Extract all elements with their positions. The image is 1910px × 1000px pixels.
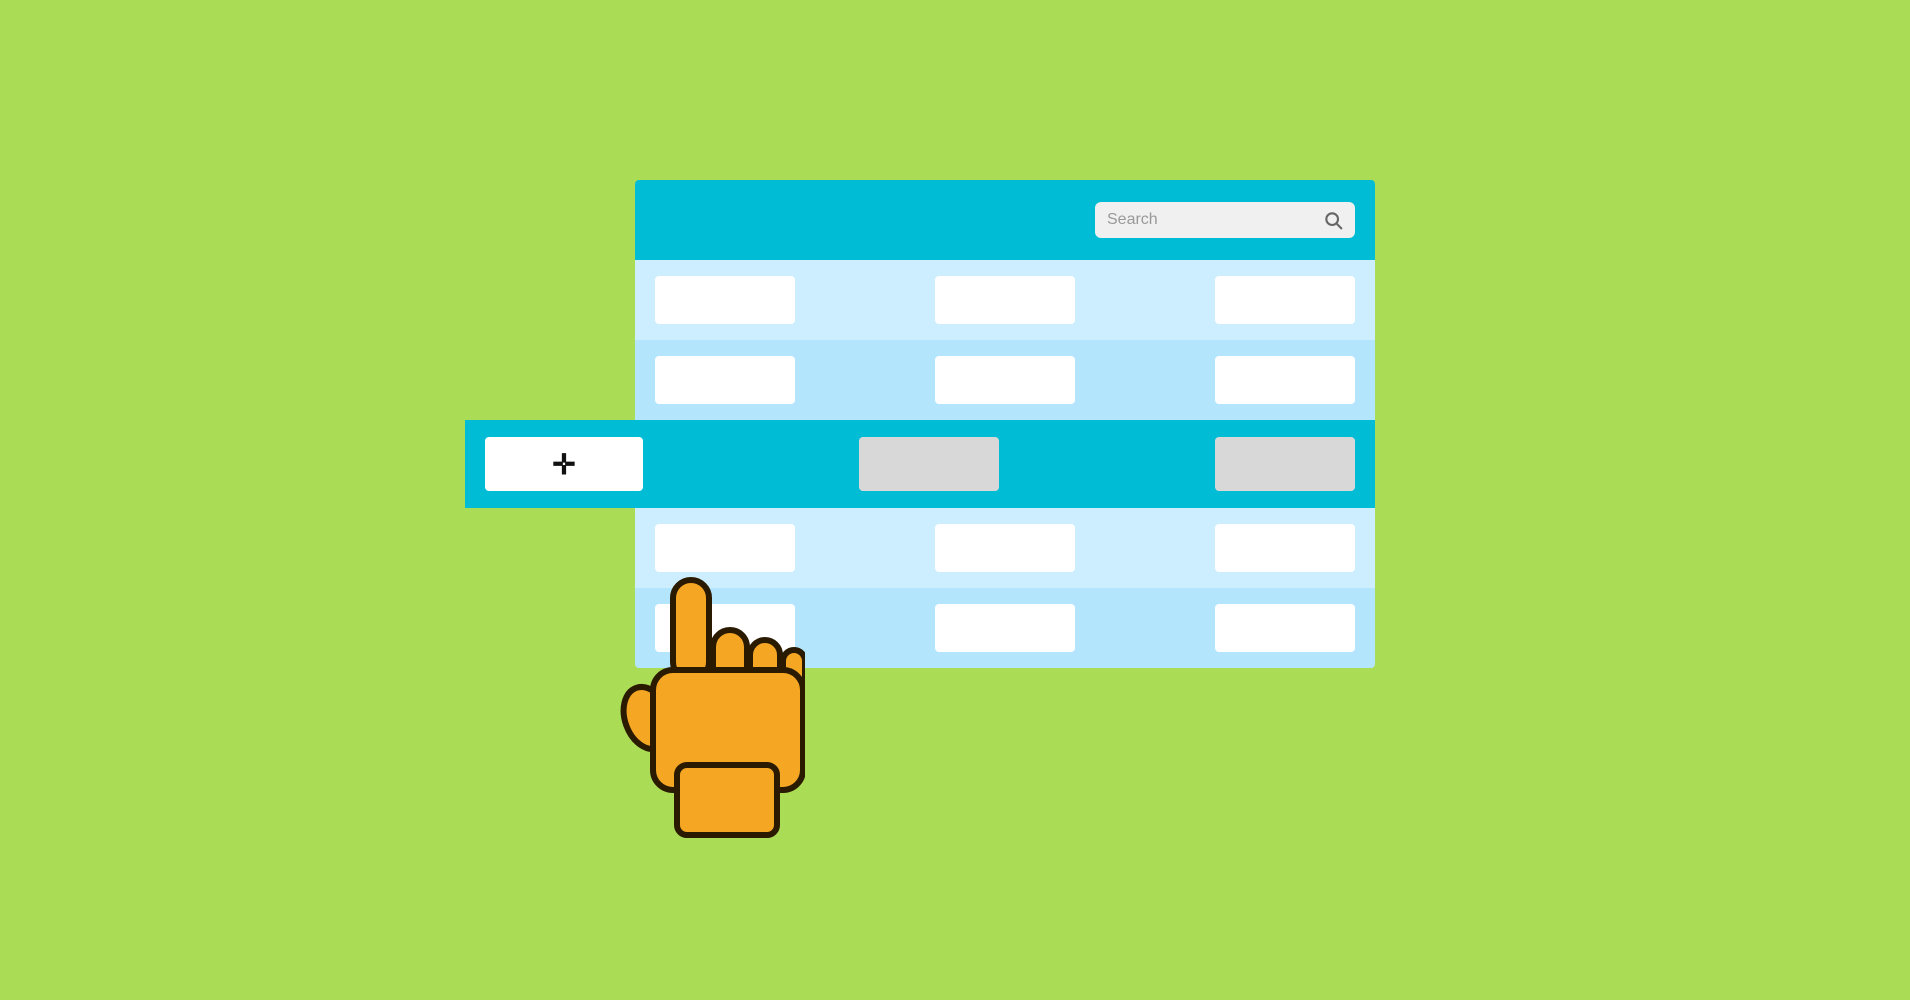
cell-3-row-4 bbox=[1215, 524, 1355, 572]
table-row[interactable] bbox=[635, 260, 1375, 340]
cell-3-highlighted bbox=[1215, 437, 1355, 491]
draggable-cell[interactable]: ✛ bbox=[485, 437, 643, 491]
search-box[interactable]: Search bbox=[1095, 202, 1355, 238]
search-icon bbox=[1323, 210, 1343, 230]
cell-1-row-2 bbox=[655, 356, 795, 404]
search-placeholder-text: Search bbox=[1107, 211, 1315, 229]
cell-3-row-5 bbox=[1215, 604, 1355, 652]
scene: Search ✛ bbox=[505, 120, 1405, 880]
cell-2-row-4 bbox=[935, 524, 1075, 572]
cell-1-row-4 bbox=[655, 524, 795, 572]
cell-3-row-1 bbox=[1215, 276, 1355, 324]
move-cursor-icon: ✛ bbox=[552, 448, 575, 481]
highlighted-table-row[interactable]: ✛ bbox=[465, 420, 1375, 508]
cell-2-row-2 bbox=[935, 356, 1075, 404]
hand-cursor-icon bbox=[605, 570, 805, 850]
cell-3-row-2 bbox=[1215, 356, 1355, 404]
cell-2-highlighted bbox=[859, 437, 999, 491]
cell-2-row-5 bbox=[935, 604, 1075, 652]
cell-2-row-1 bbox=[935, 276, 1075, 324]
table-header: Search bbox=[635, 180, 1375, 260]
table-row[interactable] bbox=[635, 340, 1375, 420]
cell-1-row-1 bbox=[655, 276, 795, 324]
